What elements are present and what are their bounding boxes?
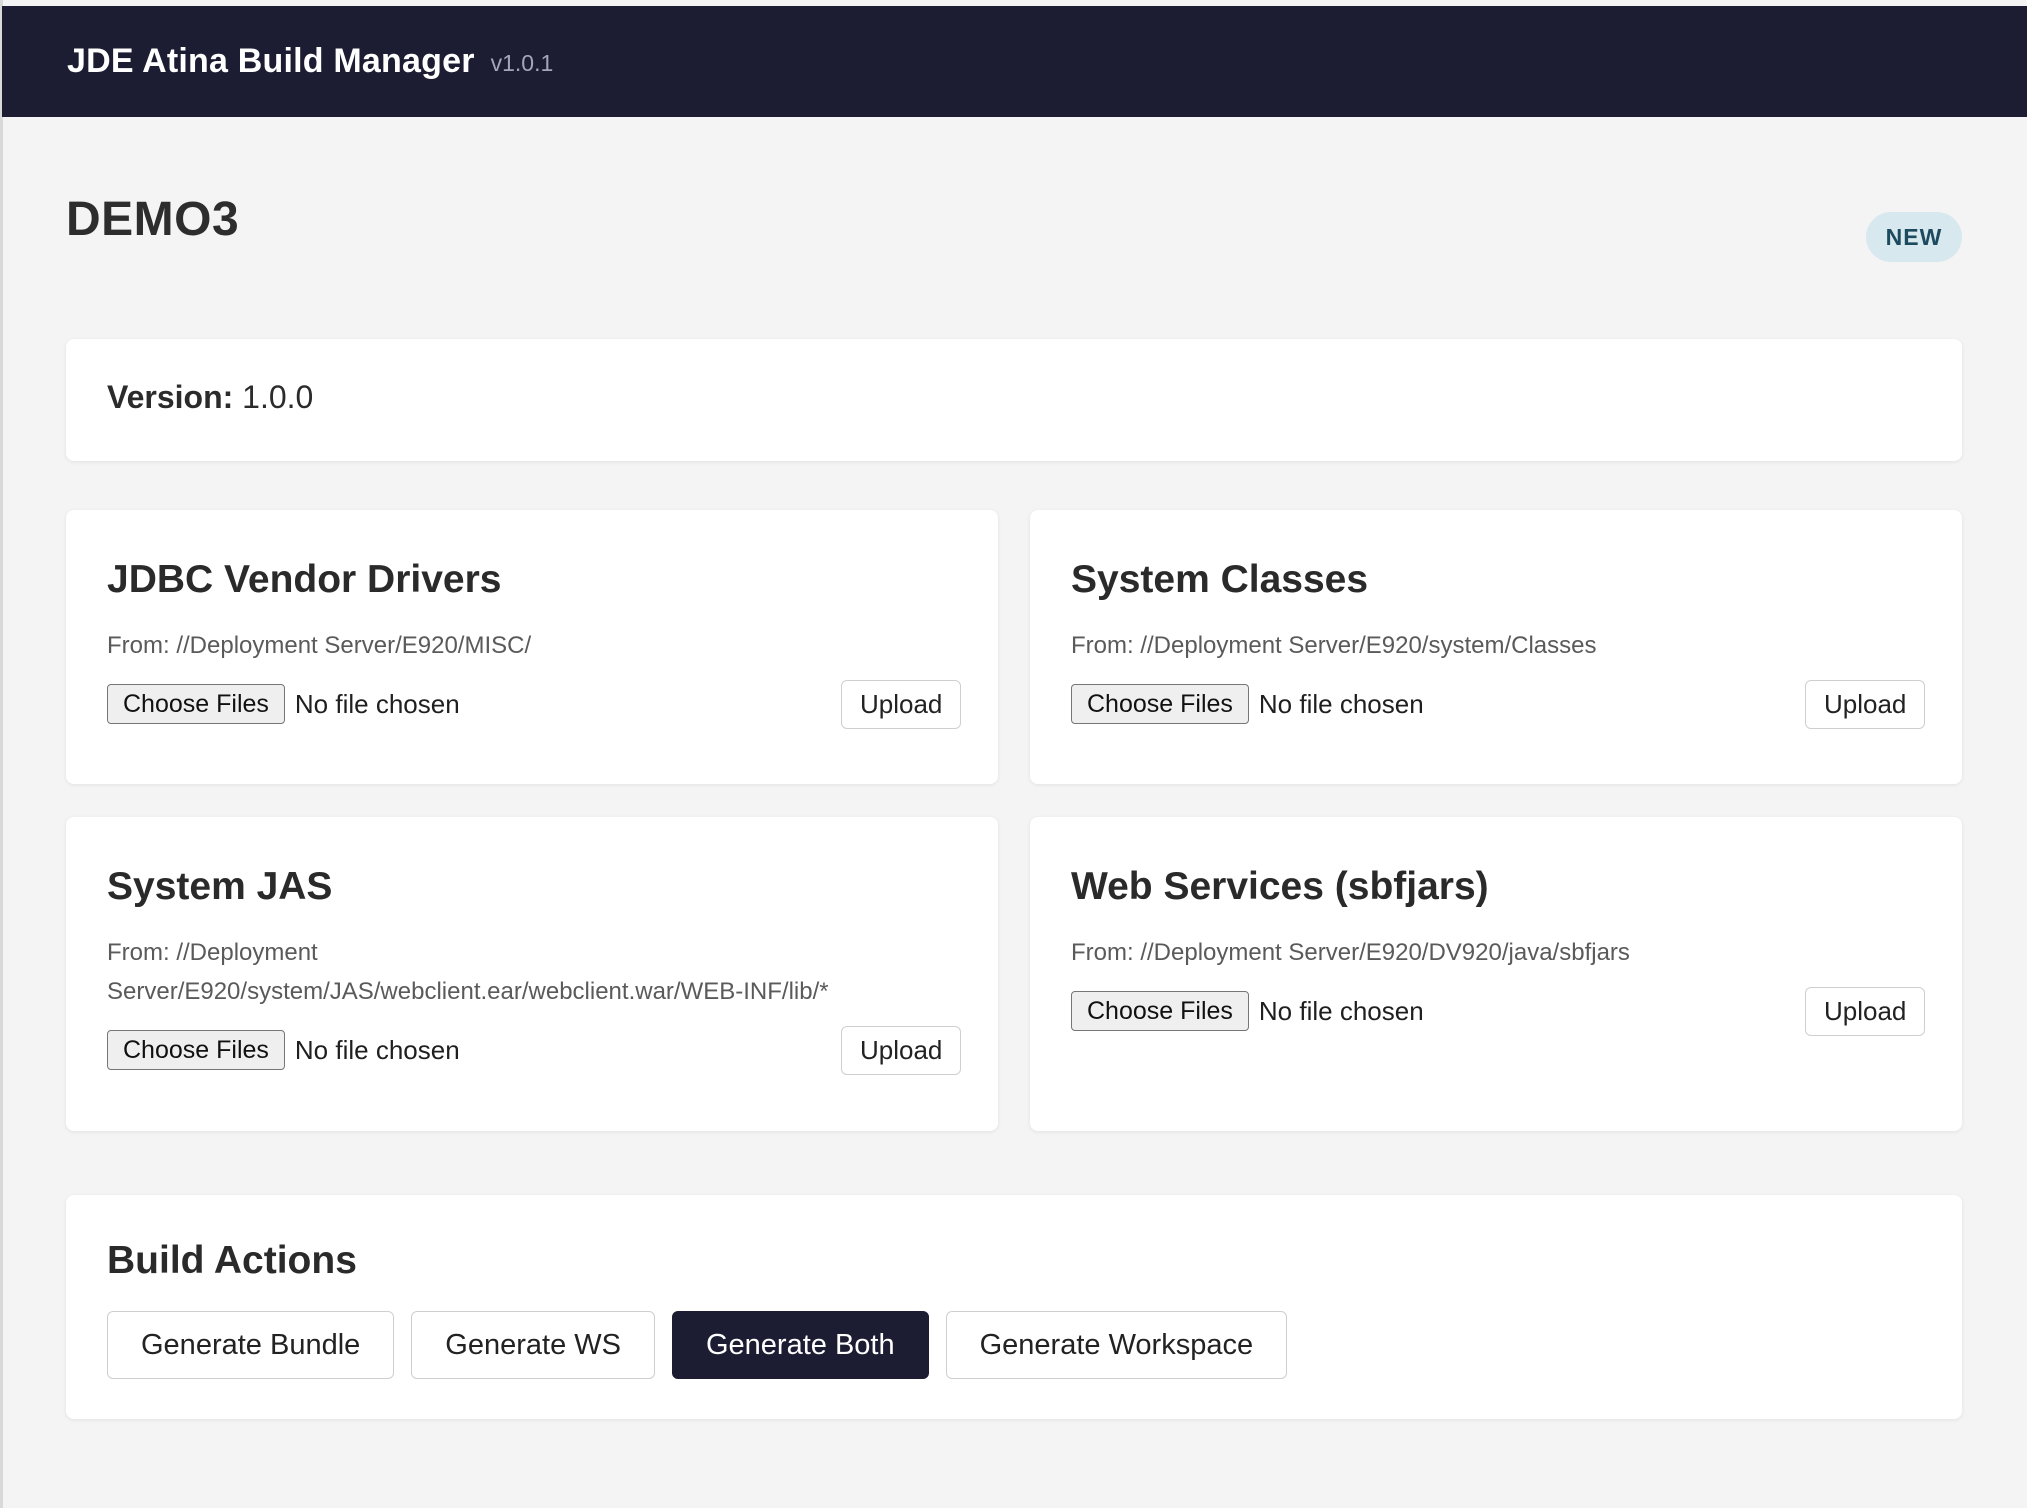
page-right-edge [2027, 0, 2032, 1508]
app-version: v1.0.1 [490, 50, 554, 76]
build-actions-title: Build Actions [107, 1239, 357, 1282]
source-path-line: From: //Deployment Server/E920/system/Cl… [1071, 632, 1597, 659]
source-path-line: From: //Deployment Server/E920/DV920/jav… [1071, 939, 1630, 966]
version-value: 1.0.0 [242, 379, 314, 415]
source-path: From: //Deployment Server/E920/system/Cl… [1071, 626, 1597, 665]
project-title: DEMO3 [66, 193, 240, 246]
upload-button[interactable]: Upload [841, 680, 962, 729]
card-title: JDBC Vendor Drivers [107, 558, 502, 601]
status-badge: NEW [1866, 212, 1962, 262]
app-title: JDE Atina Build Manager [67, 42, 475, 80]
source-path: From: //Deployment Server/E920/system/JA… [107, 933, 829, 1011]
app-header: JDE Atina Build Manager v1.0.1 [2, 6, 2027, 117]
source-path: From: //Deployment Server/E920/MISC/ [107, 626, 531, 665]
source-path-line: From: //Deployment [107, 939, 318, 966]
file-picker: Choose Files No file chosen [1071, 991, 1424, 1031]
upload-button[interactable]: Upload [1805, 987, 1926, 1036]
card-title: System JAS [107, 865, 333, 908]
upload-card-system-jas: System JAS From: //Deployment Server/E92… [66, 817, 998, 1131]
card-title: Web Services (sbfjars) [1071, 865, 1489, 908]
generate-workspace-button[interactable]: Generate Workspace [945, 1311, 1288, 1379]
card-title: System Classes [1071, 558, 1369, 601]
choose-files-button[interactable]: Choose Files [107, 684, 285, 724]
upload-card-system-classes: System Classes From: //Deployment Server… [1030, 510, 1962, 784]
source-path-line: From: //Deployment Server/E920/MISC/ [107, 632, 532, 659]
generate-ws-button[interactable]: Generate WS [411, 1311, 655, 1379]
build-actions-card: Build Actions Generate Bundle Generate W… [66, 1195, 1962, 1419]
choose-files-button[interactable]: Choose Files [1071, 991, 1249, 1031]
file-status: No file chosen [294, 688, 460, 719]
build-actions-row: Generate Bundle Generate WS Generate Bot… [107, 1311, 1288, 1379]
choose-files-button[interactable]: Choose Files [107, 1030, 285, 1070]
upload-card-jdbc-drivers: JDBC Vendor Drivers From: //Deployment S… [66, 510, 998, 784]
version-label: Version: [107, 379, 234, 415]
upload-card-web-services: Web Services (sbfjars) From: //Deploymen… [1030, 817, 1962, 1131]
upload-button[interactable]: Upload [841, 1026, 962, 1075]
file-status: No file chosen [1258, 688, 1424, 719]
file-picker: Choose Files No file chosen [107, 684, 460, 724]
choose-files-button[interactable]: Choose Files [1071, 684, 1249, 724]
file-picker: Choose Files No file chosen [107, 1030, 460, 1070]
version-info: Version: 1.0.0 [107, 379, 313, 416]
file-status: No file chosen [1258, 995, 1424, 1026]
generate-bundle-button[interactable]: Generate Bundle [107, 1311, 395, 1379]
source-path-line: Server/E920/system/JAS/webclient.ear/web… [107, 978, 829, 1005]
file-picker: Choose Files No file chosen [1071, 684, 1424, 724]
generate-both-button[interactable]: Generate Both [671, 1311, 929, 1379]
upload-button[interactable]: Upload [1805, 680, 1926, 729]
file-status: No file chosen [294, 1034, 460, 1065]
page-left-edge [0, 0, 3, 1508]
source-path: From: //Deployment Server/E920/DV920/jav… [1071, 933, 1630, 972]
version-card: Version: 1.0.0 [66, 339, 1962, 461]
